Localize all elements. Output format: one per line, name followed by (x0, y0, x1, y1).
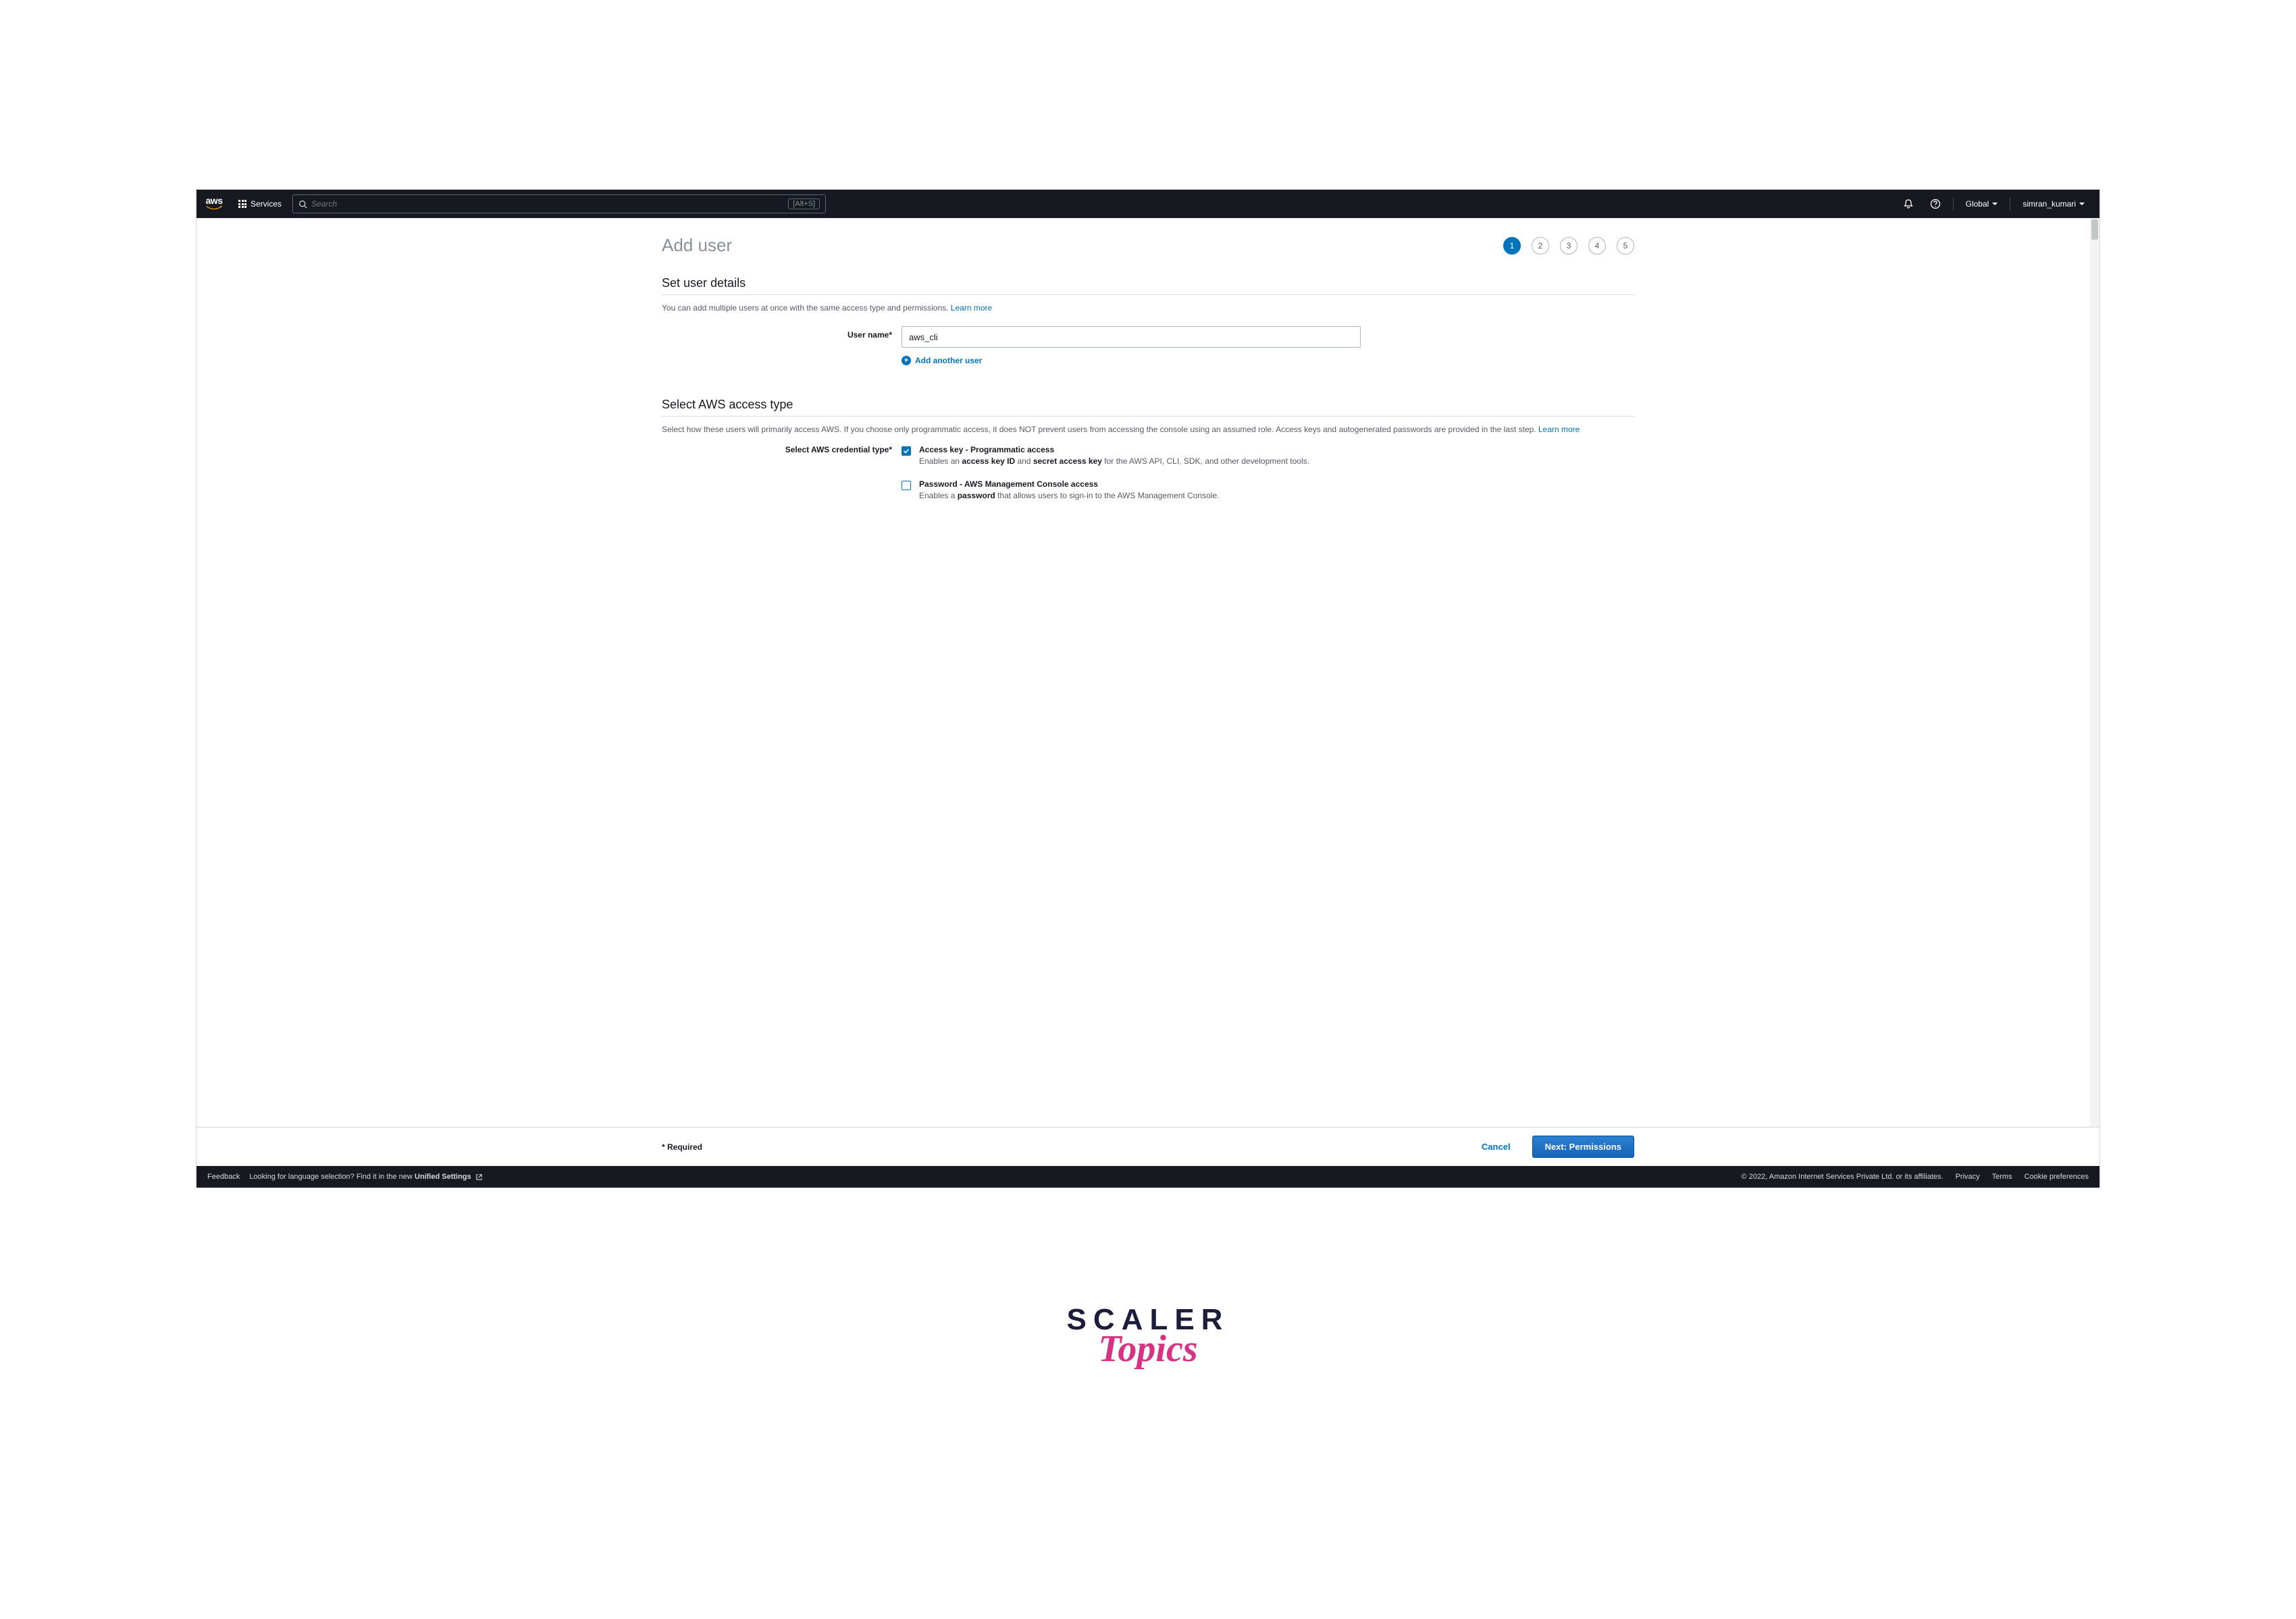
credential-password-title: Password - AWS Management Console access (919, 479, 1219, 489)
learn-more-link[interactable]: Learn more (951, 303, 992, 313)
section-user-details-title: Set user details (662, 276, 1634, 290)
username-label: User name* (662, 326, 902, 340)
plus-circle-icon: + (902, 356, 911, 365)
credential-password-desc: Enables a password that allows users to … (919, 490, 1219, 502)
notifications-button[interactable] (1896, 198, 1921, 209)
next-permissions-button[interactable]: Next: Permissions (1532, 1136, 1634, 1158)
credential-access-key-desc: Enables an access key ID and secret acce… (919, 456, 1309, 467)
help-button[interactable] (1923, 198, 1948, 209)
wizard-bottom-bar: * Required Cancel Next: Permissions (197, 1127, 2099, 1166)
services-menu[interactable]: Services (232, 199, 288, 209)
required-note: * Required (662, 1142, 702, 1152)
add-another-user-button[interactable]: + Add another user (902, 356, 1634, 365)
scrollbar[interactable] (2090, 218, 2099, 1127)
language-hint: Looking for language selection? Find it … (249, 1173, 482, 1181)
top-nav: aws Services [Alt+S] (197, 190, 2099, 218)
username-input[interactable] (902, 326, 1361, 348)
credential-type-label: Select AWS credential type* (662, 445, 902, 454)
section-access-helper: Select how these users will primarily ac… (662, 423, 1634, 435)
feedback-link[interactable]: Feedback (207, 1173, 240, 1181)
copyright: © 2022, Amazon Internet Services Private… (1742, 1173, 1943, 1181)
search-input[interactable] (311, 199, 788, 209)
wizard-stepper: 1 2 3 4 5 (1503, 237, 1634, 255)
learn-more-link[interactable]: Learn more (1538, 425, 1580, 434)
step-5[interactable]: 5 (1617, 237, 1634, 255)
cookie-preferences-link[interactable]: Cookie preferences (2025, 1173, 2089, 1181)
divider (662, 294, 1634, 295)
page-title: Add user (662, 235, 732, 256)
scaler-topics-watermark: SCALER Topics (196, 1303, 2100, 1371)
search-bar[interactable]: [Alt+S] (292, 194, 826, 213)
divider (662, 416, 1634, 417)
grid-icon (238, 200, 246, 208)
help-icon (1930, 198, 1941, 209)
terms-link[interactable]: Terms (1992, 1173, 2012, 1181)
aws-logo[interactable]: aws (205, 197, 224, 210)
step-1[interactable]: 1 (1503, 237, 1521, 255)
bell-icon (1903, 198, 1914, 209)
chevron-down-icon (2079, 203, 2085, 205)
account-menu[interactable]: simran_kumari (2016, 199, 2091, 209)
privacy-link[interactable]: Privacy (1956, 1173, 1980, 1181)
main-area: Add user 1 2 3 4 5 Set user details You … (197, 218, 2099, 1127)
page-header: Add user 1 2 3 4 5 (662, 235, 1634, 256)
credential-password-checkbox[interactable] (902, 481, 911, 490)
chevron-down-icon (1992, 203, 1998, 205)
section-user-details-helper: You can add multiple users at once with … (662, 302, 1634, 314)
unified-settings-link[interactable]: Unified Settings (415, 1173, 471, 1181)
step-3[interactable]: 3 (1560, 237, 1577, 255)
credential-access-key-checkbox[interactable] (902, 446, 911, 456)
services-label: Services (251, 199, 282, 209)
cancel-button[interactable]: Cancel (1471, 1136, 1521, 1157)
search-shortcut-hint: [Alt+S] (788, 198, 820, 209)
console-footer: Feedback Looking for language selection?… (197, 1166, 2099, 1188)
step-4[interactable]: 4 (1588, 237, 1606, 255)
section-access-title: Select AWS access type (662, 398, 1634, 412)
credential-access-key-title: Access key - Programmatic access (919, 445, 1309, 454)
check-icon (903, 448, 910, 454)
step-2[interactable]: 2 (1532, 237, 1549, 255)
region-selector[interactable]: Global (1959, 199, 2005, 209)
external-link-icon (475, 1173, 483, 1181)
search-icon (298, 200, 307, 209)
aws-console-window: aws Services [Alt+S] (196, 189, 2100, 1188)
